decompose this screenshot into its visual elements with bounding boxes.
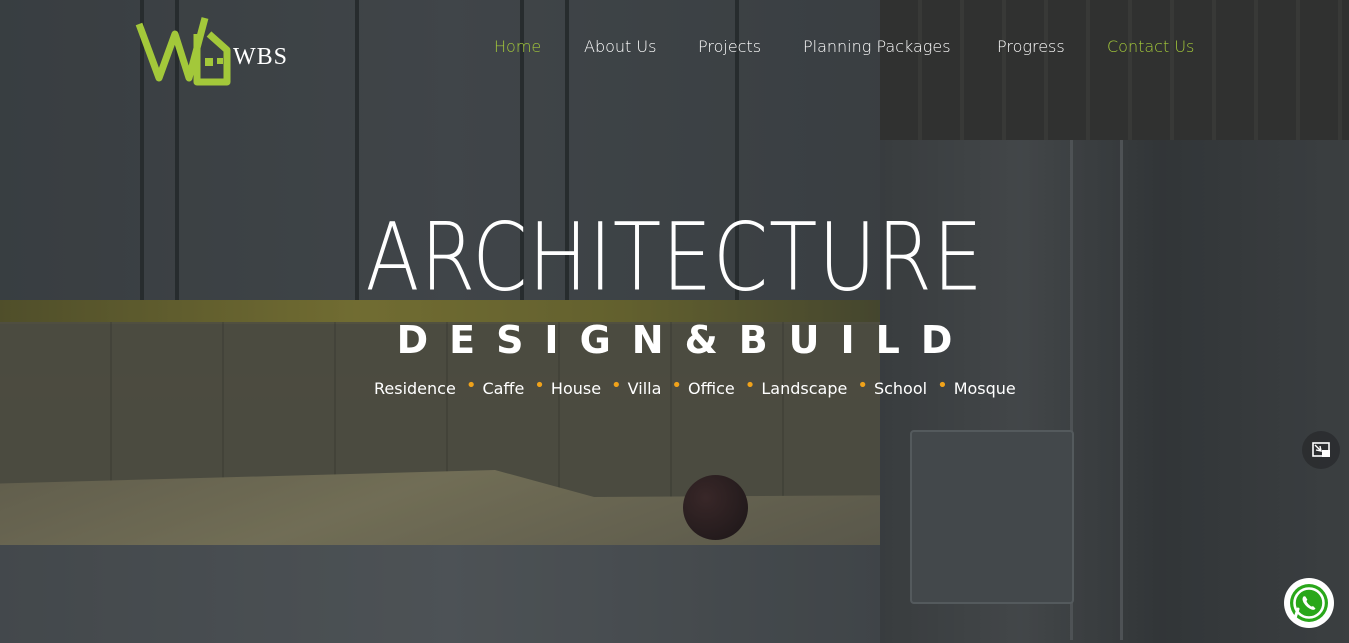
main-nav: Home About Us Projects Planning Packages… — [0, 37, 1349, 59]
tag-landscape: • Landscape — [744, 374, 848, 398]
tag-residence: Residence — [374, 378, 456, 398]
tag-mosque: • Mosque — [937, 374, 1016, 398]
tag-house: • House — [534, 374, 602, 398]
picture-in-picture-button[interactable] — [1302, 431, 1340, 469]
nav-progress[interactable]: Progress — [997, 37, 1065, 56]
bullet-icon: • — [937, 374, 948, 396]
picture-in-picture-icon — [1312, 442, 1330, 457]
project-type-list: Residence • Caffe • House • Villa • Office •… — [374, 374, 1016, 399]
bullet-icon: • — [534, 374, 545, 396]
tag-caffe: • Caffe — [465, 374, 525, 398]
tag-school: • School — [857, 374, 928, 398]
nav-contact-us[interactable]: Contact Us — [1107, 37, 1194, 56]
bullet-icon: • — [465, 374, 477, 396]
hero-title: ARCHITECTURE — [365, 202, 984, 313]
bullet-icon: • — [611, 374, 622, 396]
nav-planning-packages[interactable]: Planning Packages — [803, 37, 951, 56]
nav-about-us[interactable]: About Us — [584, 37, 656, 56]
nav-projects[interactable]: Projects — [698, 37, 761, 56]
hero-subtitle: DESIGN&BUILD — [396, 318, 974, 362]
nav-home[interactable]: Home — [494, 37, 541, 56]
bullet-icon: • — [857, 374, 868, 396]
bullet-icon: • — [744, 374, 756, 396]
tag-office: • Office — [671, 374, 735, 398]
tag-villa: • Villa — [611, 374, 662, 398]
whatsapp-icon — [1287, 581, 1331, 625]
whatsapp-chat-button[interactable] — [1284, 578, 1334, 628]
bullet-icon: • — [671, 374, 683, 396]
